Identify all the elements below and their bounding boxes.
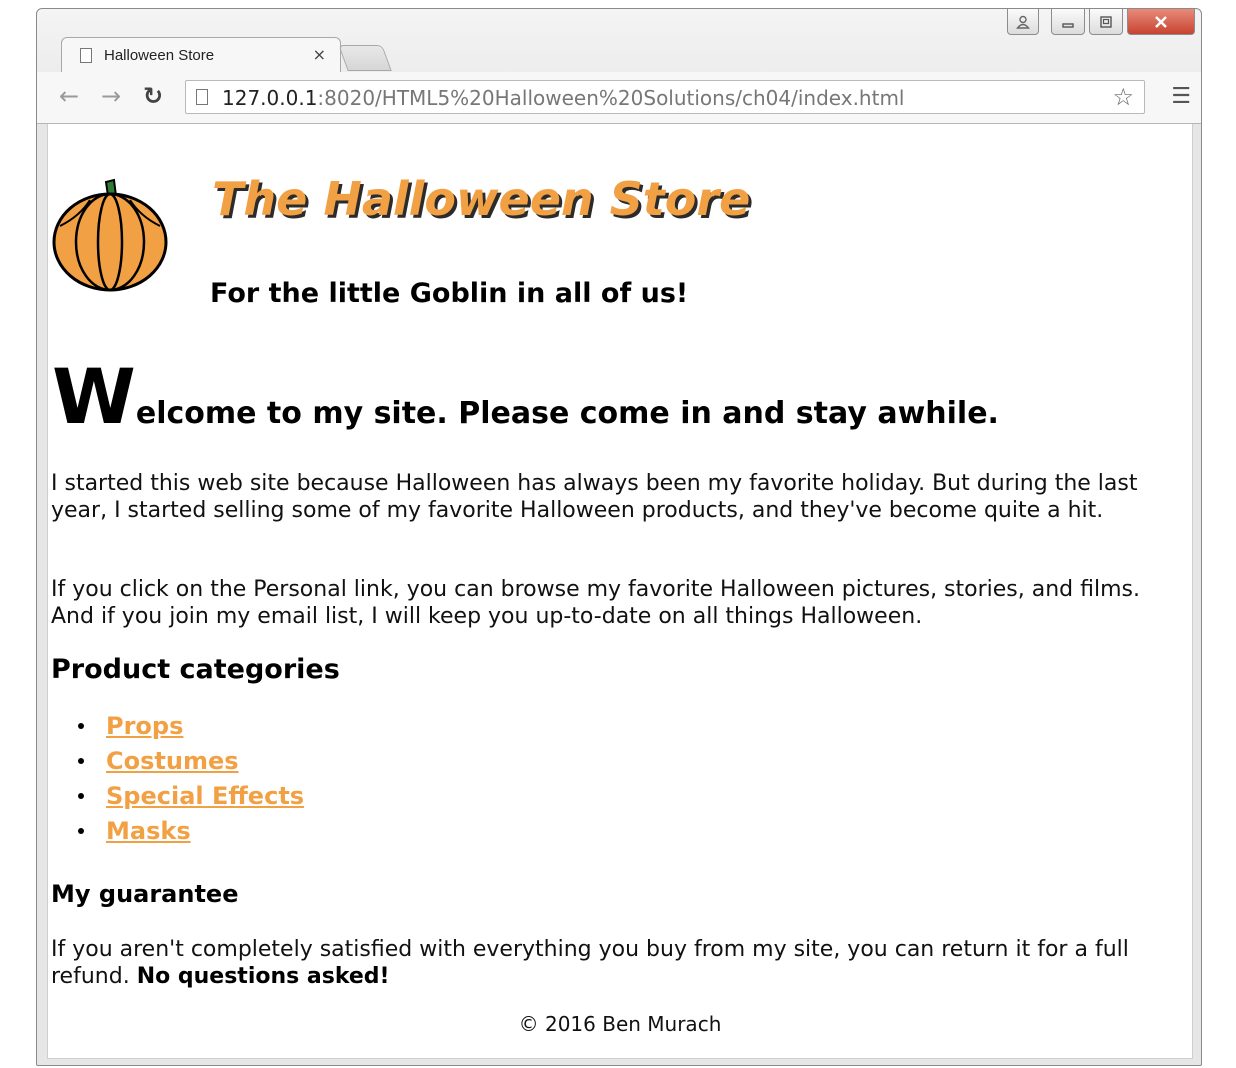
category-link-special-effects[interactable]: Special Effects xyxy=(106,782,304,810)
browser-toolbar: ← → ↻ 127.0.0.1:8020/HTML5%20Halloween%2… xyxy=(37,72,1201,124)
window-controls xyxy=(1007,9,1195,35)
category-list: Props Costumes Special Effects Masks xyxy=(78,708,304,848)
bullet xyxy=(78,757,84,764)
minimize-icon[interactable] xyxy=(1051,9,1085,35)
reload-icon[interactable]: ↻ xyxy=(143,82,163,110)
welcome-text: elcome to my site. Please come in and st… xyxy=(135,396,999,431)
new-tab-button[interactable] xyxy=(338,45,392,71)
url-host: 127.0.0.1 xyxy=(222,86,318,110)
profile-icon[interactable] xyxy=(1007,9,1039,35)
tagline: For the little Goblin in all of us! xyxy=(210,278,689,309)
guarantee-paragraph: If you aren't completely satisfied with … xyxy=(51,936,1186,990)
tab-title: Halloween Store xyxy=(104,47,215,64)
address-bar[interactable]: 127.0.0.1:8020/HTML5%20Halloween%20Solut… xyxy=(185,80,1145,114)
back-arrow-icon[interactable]: ← xyxy=(59,82,79,110)
page-icon xyxy=(196,89,208,105)
maximize-icon[interactable] xyxy=(1089,9,1123,35)
category-link-masks[interactable]: Masks xyxy=(106,817,191,845)
welcome-dropcap: W xyxy=(52,352,136,441)
store-title: The Halloween Store xyxy=(212,172,751,226)
hamburger-menu-icon[interactable]: ☰ xyxy=(1171,84,1191,109)
forward-arrow-icon[interactable]: → xyxy=(101,82,121,110)
bullet xyxy=(78,722,84,729)
pumpkin-logo xyxy=(52,178,168,292)
intro-paragraph-1: I started this web site because Hallowee… xyxy=(51,471,1138,523)
page-viewport: The Halloween Store For the little Gobli… xyxy=(47,124,1193,1059)
bullet xyxy=(78,792,84,799)
star-icon[interactable]: ☆ xyxy=(1112,83,1134,111)
browser-tab[interactable]: Halloween Store × xyxy=(61,37,341,73)
guarantee-emphasis: No questions asked! xyxy=(136,964,390,989)
list-item: Special Effects xyxy=(78,778,304,813)
category-link-props[interactable]: Props xyxy=(106,712,183,740)
browser-window: Halloween Store × ← → ↻ 127.0.0.1:8020/H… xyxy=(36,8,1202,1066)
url-text[interactable]: 127.0.0.1:8020/HTML5%20Halloween%20Solut… xyxy=(222,86,905,110)
bullet xyxy=(78,827,84,834)
categories-heading: Product categories xyxy=(51,654,340,685)
url-path: :8020/HTML5%20Halloween%20Solutions/ch04… xyxy=(317,86,905,110)
guarantee-heading: My guarantee xyxy=(51,880,239,908)
page-footer: © 2016 Ben Murach xyxy=(518,1012,722,1036)
category-link-costumes[interactable]: Costumes xyxy=(106,747,239,775)
list-item: Masks xyxy=(78,813,304,848)
intro-paragraph-2: If you click on the Personal link, you c… xyxy=(51,577,1140,629)
close-icon[interactable] xyxy=(1127,9,1195,35)
list-item: Costumes xyxy=(78,743,304,778)
tab-close-icon[interactable]: × xyxy=(313,45,326,64)
page-file-icon xyxy=(80,48,92,63)
list-item: Props xyxy=(78,708,304,743)
welcome-heading: Welcome to my site. Please come in and s… xyxy=(52,359,999,435)
